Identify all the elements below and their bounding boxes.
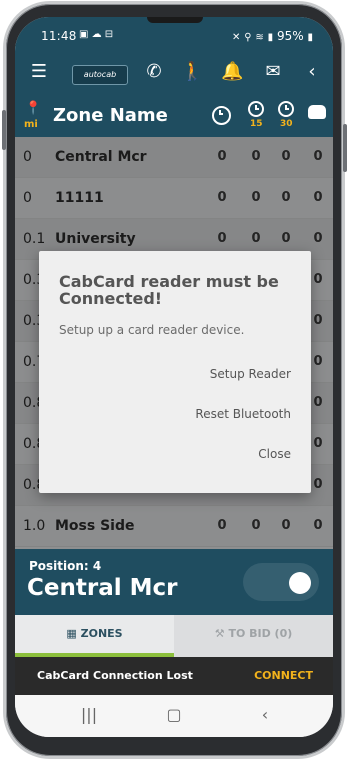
car-icon[interactable] bbox=[308, 105, 326, 119]
tab-zones-label: ZONES bbox=[80, 627, 123, 640]
bid-icon: ⚒ bbox=[214, 627, 225, 640]
clock-30-icon[interactable] bbox=[278, 101, 294, 117]
menu-icon[interactable]: ☰ bbox=[29, 61, 49, 83]
volume-button bbox=[2, 110, 6, 150]
close-button[interactable]: Close bbox=[258, 447, 291, 461]
availability-toggle[interactable] bbox=[243, 563, 319, 601]
dialog-title: CabCard reader must be Connected! bbox=[59, 272, 279, 308]
grid-icon: ▦ bbox=[66, 627, 77, 640]
walking-icon[interactable]: 🚶 bbox=[181, 61, 203, 83]
position-zone: Central Mcr bbox=[27, 575, 178, 601]
back-icon[interactable]: ‹ bbox=[253, 705, 277, 724]
autocab-logo: autocab bbox=[72, 65, 128, 85]
connect-button[interactable]: CONNECT bbox=[254, 669, 313, 682]
clock-icon[interactable] bbox=[212, 106, 231, 125]
snackbar-message: CabCard Connection Lost bbox=[37, 669, 193, 682]
location-pin-icon[interactable]: 📍 bbox=[25, 101, 41, 116]
toggle-knob bbox=[289, 572, 311, 594]
system-nav-bar: ||| ▢ ‹ bbox=[15, 695, 333, 737]
signal-icon: ▮ bbox=[267, 32, 274, 43]
clock-15-icon[interactable] bbox=[248, 101, 264, 117]
tab-to-bid-label: TO BID (0) bbox=[228, 627, 293, 640]
app-toolbar: ☰ autocab ✆ 🚶 🔔 ✉ ‹ bbox=[15, 51, 333, 95]
clock-30-label: 30 bbox=[280, 119, 293, 129]
alarm-icon[interactable]: 🔔 bbox=[221, 61, 243, 83]
status-time: 11:48 bbox=[41, 29, 77, 43]
mail-icon[interactable]: ✉ bbox=[262, 61, 284, 83]
location-icon: ⚲ bbox=[244, 32, 252, 43]
status-notification-icons: ▣ ☁ ⊟ bbox=[79, 29, 114, 40]
position-panel: Position: 4 Central Mcr bbox=[15, 549, 333, 615]
back-chevron-icon[interactable]: ‹ bbox=[305, 61, 319, 83]
battery-icon: ▮ bbox=[307, 32, 313, 43]
phone-icon[interactable]: ✆ bbox=[143, 61, 165, 83]
recents-icon[interactable]: ||| bbox=[77, 705, 101, 724]
zone-name-header[interactable]: Zone Name bbox=[53, 105, 168, 126]
home-icon[interactable]: ▢ bbox=[162, 705, 186, 724]
position-label: Position: 4 bbox=[29, 559, 102, 573]
wifi-icon: ≋ bbox=[255, 32, 264, 43]
dialog-message: Setup up a card reader device. bbox=[59, 323, 245, 337]
camera-notch bbox=[147, 17, 203, 23]
tab-zones[interactable]: ▦ ZONES bbox=[15, 615, 174, 657]
zone-table-header: 📍 mi Zone Name 15 30 bbox=[15, 95, 333, 137]
setup-reader-button[interactable]: Setup Reader bbox=[210, 367, 291, 381]
mute-icon: ✕ bbox=[232, 32, 241, 43]
tab-to-bid[interactable]: ⚒ TO BID (0) bbox=[174, 615, 333, 657]
battery-percent: 95% bbox=[276, 29, 304, 43]
clock-15-label: 15 bbox=[250, 119, 263, 129]
power-button bbox=[343, 124, 347, 172]
status-right: ✕ ⚲ ≋ ▮ 95% ▮ bbox=[232, 29, 313, 43]
bottom-tabs: ▦ ZONES ⚒ TO BID (0) bbox=[15, 615, 333, 657]
distance-unit: mi bbox=[24, 119, 38, 130]
status-bar: 11:48 ▣ ☁ ⊟ ✕ ⚲ ≋ ▮ 95% ▮ bbox=[15, 17, 333, 51]
cabcard-dialog: CabCard reader must be Connected! Setup … bbox=[39, 251, 311, 493]
snackbar: CabCard Connection Lost CONNECT bbox=[15, 657, 333, 695]
screen: 11:48 ▣ ☁ ⊟ ✕ ⚲ ≋ ▮ 95% ▮ ☰ autocab ✆ 🚶 … bbox=[15, 17, 333, 737]
reset-bluetooth-button[interactable]: Reset Bluetooth bbox=[195, 407, 291, 421]
